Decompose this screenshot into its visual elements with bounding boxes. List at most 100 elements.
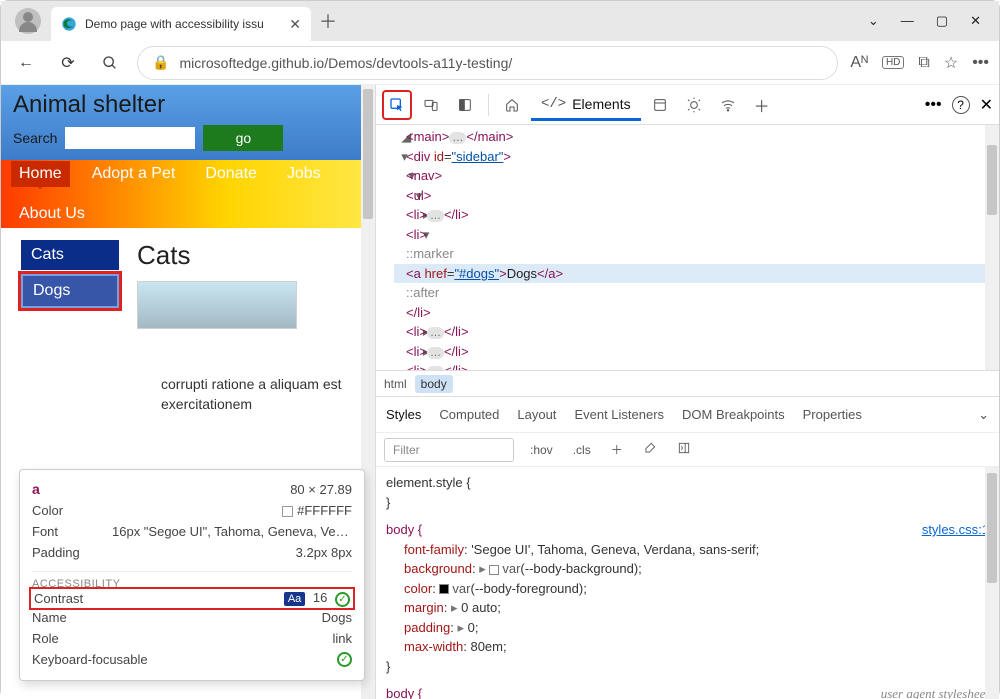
content-text: corrupti ratione a aliquam est exercitat… [161,375,356,414]
address-bar[interactable]: 🔒 microsoftedge.github.io/Demos/devtools… [137,46,838,80]
browser-tab[interactable]: Demo page with accessibility issu ✕ [51,7,311,41]
user-agent-label: user agent stylesheet [881,684,989,699]
sidebar-cats[interactable]: Cats [21,240,119,270]
tooltip-contrast-label: Contrast [34,591,83,606]
more-tools-icon[interactable]: ••• [925,96,942,114]
crumb-body[interactable]: body [415,375,453,393]
edge-favicon [61,16,77,32]
close-devtools-button[interactable]: ✕ [980,95,993,115]
tooltip-contrast-row: Contrast Aa 16 ✓ [32,590,352,607]
nav-jobs[interactable]: Jobs [279,161,329,187]
tooltip-padding-label: Padding [32,545,80,560]
new-tab-button[interactable]: ＋ [319,8,337,34]
more-menu-icon[interactable]: ••• [972,54,989,72]
refresh-button[interactable]: ⟳ [53,48,83,78]
styles-toolbar: Filter :hov .cls ＋ [376,433,999,467]
app-tab-icon[interactable] [645,90,675,120]
maximize-button[interactable]: ▢ [936,13,948,29]
page-header: Animal shelter Search go [1,85,375,160]
paint-brush-icon[interactable] [639,439,661,460]
tooltip-padding-value: 3.2px 8px [296,545,352,560]
check-icon: ✓ [335,592,350,607]
tooltip-role-label: Role [32,631,59,646]
check-icon: ✓ [337,652,352,667]
go-button[interactable]: go [203,125,283,151]
issues-tab-icon[interactable] [679,90,709,120]
network-tab-icon[interactable] [713,90,743,120]
contrast-badge: Aa [284,592,305,606]
rule-body-selector: body { [386,522,422,537]
stylesheet-link[interactable]: styles.css:1 [922,520,989,540]
devtools-panel: </> Elements ＋ ••• ? ✕ ◢ <main>…</main> [376,85,999,699]
dom-tree[interactable]: ◢ <main>…</main> ▾ <div id="sidebar"> ▾ … [376,125,999,371]
styles-rules[interactable]: element.style { } body { styles.css:1 fo… [376,467,999,699]
page-title: Animal shelter [13,91,363,119]
main-nav: Home Adopt a Pet Donate Jobs About Us [1,160,375,228]
styles-tab[interactable]: Styles [386,407,421,422]
tooltip-color-value: #FFFFFF [282,503,352,518]
rule-body-ua-selector: body { [386,686,422,699]
styles-more-icon[interactable]: ⌄ [978,407,989,423]
close-window-button[interactable]: ✕ [970,13,981,29]
window-controls: ⌄ — ▢ ✕ [868,13,995,29]
dom-scrollbar[interactable] [985,125,999,370]
welcome-tab[interactable] [497,90,527,120]
elements-tab[interactable]: </> Elements [531,90,641,121]
dom-breadcrumbs[interactable]: html body [376,371,999,397]
category-sidebar: Cats Dogs [21,240,119,329]
styles-tabbar: Styles Computed Layout Event Listeners D… [376,397,999,433]
nav-home[interactable]: Home [11,161,70,187]
tooltip-role-value: link [332,631,352,646]
help-icon[interactable]: ? [952,96,970,114]
cls-toggle[interactable]: .cls [569,441,595,459]
tooltip-name-value: Dogs [322,610,352,625]
nav-adopt[interactable]: Adopt a Pet [84,161,184,187]
styles-filter-input[interactable]: Filter [384,438,514,462]
inspect-element-button[interactable] [382,90,412,120]
search-label: Search [13,130,57,146]
minimize-button[interactable]: — [901,13,914,29]
more-tabs-button[interactable]: ＋ [747,90,777,120]
read-aloud-icon[interactable]: Aᴺ [850,54,868,72]
content-heading: Cats [137,240,297,271]
back-button[interactable]: ← [11,48,41,78]
tooltip-element-tag: a [32,481,40,497]
sidebar-dogs[interactable]: Dogs [21,274,119,308]
dock-side-button[interactable] [450,90,480,120]
tooltip-color-label: Color [32,503,63,518]
reader-mode-icon[interactable]: ⧉ [918,54,929,72]
content-image [137,281,297,329]
search-input[interactable] [65,127,195,149]
tab-close-icon[interactable]: ✕ [289,16,301,33]
tooltip-kb-label: Keyboard-focusable [32,652,148,667]
lock-icon: 🔒 [152,54,169,71]
layout-tab[interactable]: Layout [517,407,556,422]
tooltip-font-value: 16px "Segoe UI", Tahoma, Geneva, Verda… [112,524,352,539]
crumb-html[interactable]: html [384,377,407,391]
nav-donate[interactable]: Donate [197,161,265,187]
nav-about[interactable]: About Us [11,201,93,227]
tooltip-name-label: Name [32,610,67,625]
rendered-page: Animal shelter Search go Home Adopt a Pe… [1,85,376,699]
hd-icon[interactable]: HD [882,56,904,69]
search-button[interactable] [95,48,125,78]
url-text: microsoftedge.github.io/Demos/devtools-a… [179,55,512,71]
new-rule-button[interactable]: ＋ [607,439,627,460]
contrast-value: 16 [313,590,327,605]
inspect-tooltip: a 80 × 27.89 Color #FFFFFF Font 16px "Se… [19,469,365,681]
styles-scrollbar[interactable] [985,467,999,699]
event-listeners-tab[interactable]: Event Listeners [574,407,664,422]
dom-breakpoints-tab[interactable]: DOM Breakpoints [682,407,785,422]
favorite-icon[interactable]: ☆ [944,53,958,73]
hov-toggle[interactable]: :hov [526,441,557,459]
tooltip-a11y-section: ACCESSIBILITY [32,571,352,590]
devtools-toolbar: </> Elements ＋ ••• ? ✕ [376,85,999,125]
properties-tab[interactable]: Properties [803,407,862,422]
profile-avatar[interactable] [15,8,41,34]
chevron-down-icon[interactable]: ⌄ [868,13,879,29]
rule-element-style: element.style { [386,475,471,490]
computed-sidebar-icon[interactable] [673,439,695,460]
tab-title: Demo page with accessibility issu [85,17,281,31]
computed-tab[interactable]: Computed [439,407,499,422]
device-emulation-button[interactable] [416,90,446,120]
